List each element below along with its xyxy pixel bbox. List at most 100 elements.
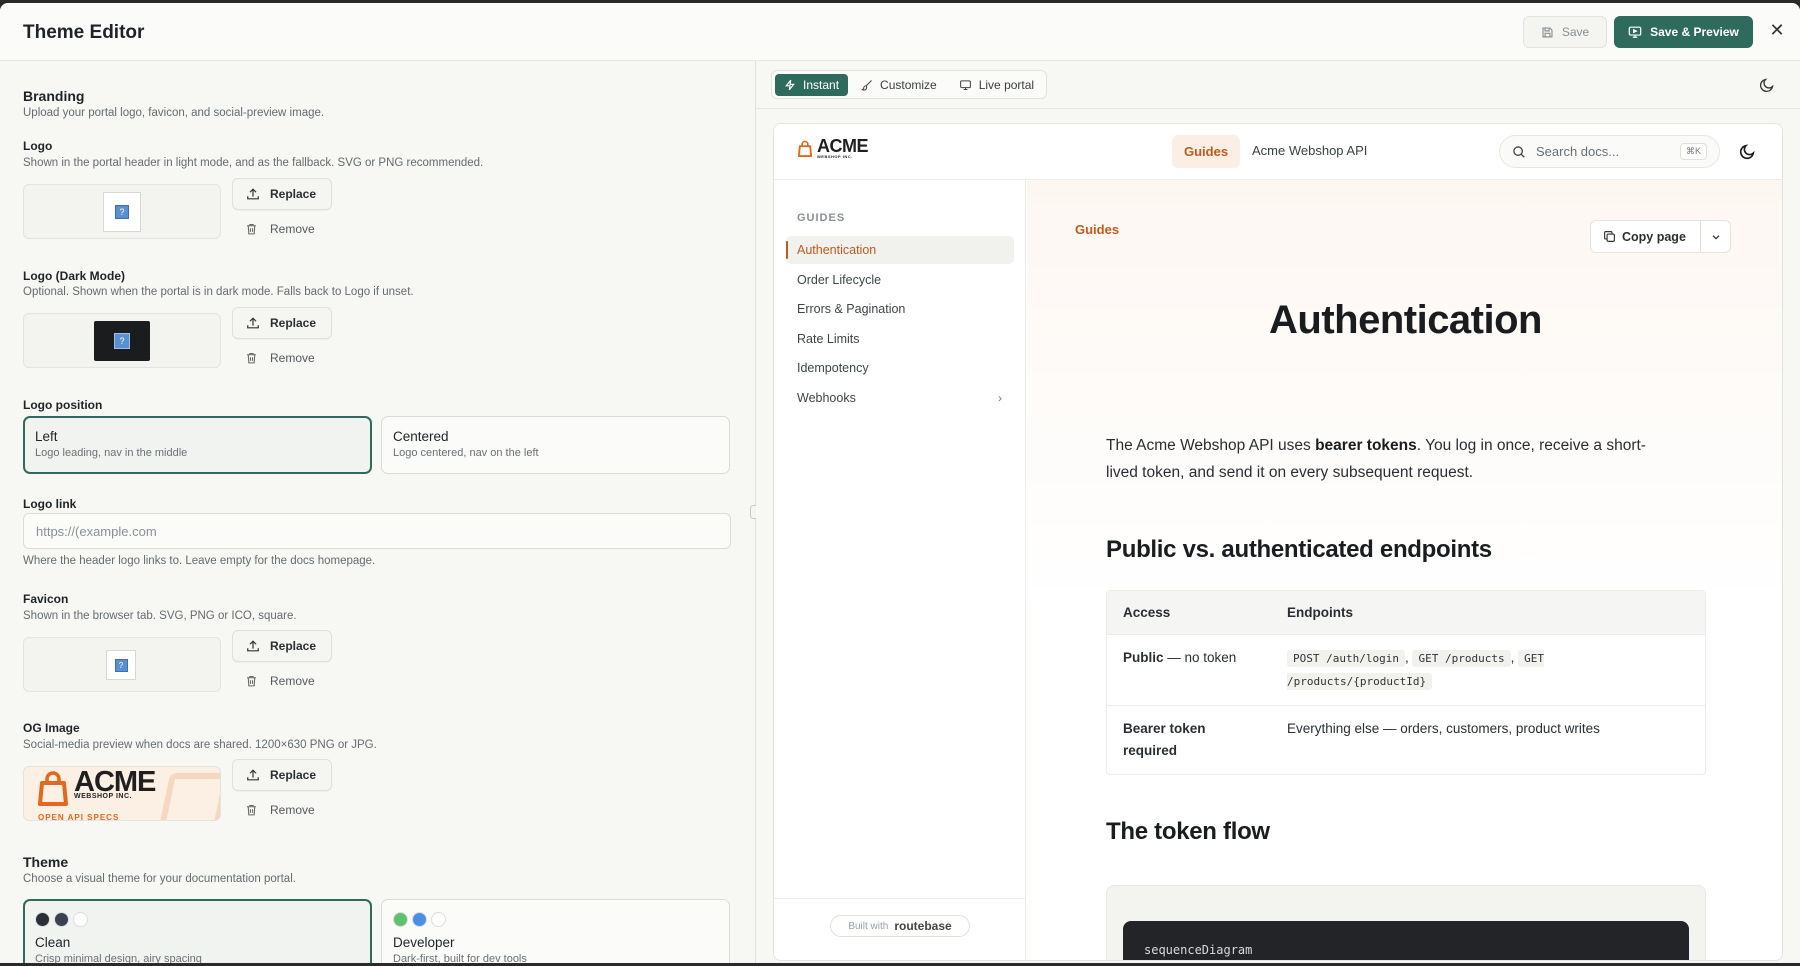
branding-description: Upload your portal logo, favicon, and so… xyxy=(23,107,325,119)
option-title: Centered xyxy=(393,429,449,444)
chevron-right-icon: › xyxy=(998,391,1002,405)
copy-page-main[interactable]: Copy page xyxy=(1591,221,1701,252)
portal-nav-api[interactable]: Acme Webshop API xyxy=(1252,143,1367,158)
logo-dark-label: Logo (Dark Mode) xyxy=(23,269,125,283)
table-header-access: Access xyxy=(1123,605,1171,620)
logo-link-label: Logo link xyxy=(23,497,77,511)
logo-dark-remove-button[interactable]: Remove xyxy=(232,351,315,365)
portal-preview: ACME WEBSHOP INC. Guides Acme Webshop AP… xyxy=(773,123,1783,961)
og-tagline: OPEN API SPECS xyxy=(38,813,120,821)
lead-part-1: The Acme Webshop API uses xyxy=(1106,437,1316,454)
sidebar-item-rate-limits[interactable]: Rate Limits xyxy=(786,325,1014,353)
theme-developer-option[interactable]: Developer Dark-first, built for dev tool… xyxy=(381,899,730,963)
top-bar: Theme Editor Save Save & Preview ✕ xyxy=(0,3,1800,61)
search-shortcut: ⌘K xyxy=(1679,143,1707,160)
swatch xyxy=(393,912,408,927)
article-lead: The Acme Webshop API uses bearer tokens.… xyxy=(1106,432,1676,486)
preview-panel: Instant Customize Live portal ACME WEBSH… xyxy=(756,61,1800,963)
settings-panel: Branding Upload your portal logo, favico… xyxy=(0,61,755,963)
theme-description: Choose a visual theme for your documenta… xyxy=(23,873,296,885)
sidebar-item-label: Webhooks xyxy=(797,391,856,405)
replace-label: Replace xyxy=(270,768,317,782)
sidebar-item-webhooks[interactable]: Webhooks › xyxy=(786,384,1014,412)
search-placeholder: Search docs... xyxy=(1536,144,1620,159)
og-image-thumbnail: ACME WEBSHOP INC. OPEN API SPECS xyxy=(23,766,221,821)
logo-dark-replace-button[interactable]: Replace xyxy=(232,307,332,339)
save-button[interactable]: Save xyxy=(1523,16,1607,48)
image-placeholder-icon: ? xyxy=(103,192,141,232)
logo-position-label: Logo position xyxy=(23,398,103,412)
logo-link-input[interactable]: https://(example.com xyxy=(23,513,731,549)
close-icon[interactable]: ✕ xyxy=(1766,19,1788,41)
sidebar-item-order-lifecycle[interactable]: Order Lifecycle xyxy=(786,266,1014,294)
code-block-content: sequenceDiagram xyxy=(1123,921,1689,960)
dark-mode-toggle-icon[interactable] xyxy=(1759,77,1775,98)
logo-position-left-option[interactable]: Left Logo leading, nav in the middle xyxy=(23,416,372,474)
tab-label: Customize xyxy=(880,77,937,92)
favicon-remove-button[interactable]: Remove xyxy=(232,674,315,688)
image-placeholder-icon: ? xyxy=(106,650,136,680)
tab-instant[interactable]: Instant xyxy=(775,73,849,96)
logo-replace-button[interactable]: Replace xyxy=(232,178,332,210)
access-rest: — no token xyxy=(1163,650,1237,665)
replace-label: Replace xyxy=(270,316,317,330)
swatch xyxy=(54,912,69,927)
og-brand-sub: WEBSHOP INC. xyxy=(74,793,132,800)
option-subtitle: Logo centered, nav on the left xyxy=(393,447,539,459)
option-subtitle: Dark-first, built for dev tools xyxy=(393,953,527,963)
table-header-endpoints: Endpoints xyxy=(1287,605,1353,620)
logo-remove-button[interactable]: Remove xyxy=(232,222,315,236)
tab-customize[interactable]: Customize xyxy=(852,74,946,96)
page-title: Theme Editor xyxy=(23,22,145,43)
og-decor xyxy=(157,773,220,820)
favicon-thumbnail: ? xyxy=(23,637,221,692)
upload-icon xyxy=(246,639,260,653)
favicon-replace-button[interactable]: Replace xyxy=(232,630,332,662)
theme-clean-option[interactable]: Clean Crisp minimal design, airy spacing xyxy=(23,899,372,963)
chevron-down-icon[interactable] xyxy=(1701,232,1730,242)
save-preview-button[interactable]: Save & Preview xyxy=(1614,16,1753,48)
logo-dark-thumbnail: ? xyxy=(23,313,221,368)
table-row: Bearer token required Everything else — … xyxy=(1107,706,1705,774)
portal-nav-guides[interactable]: Guides xyxy=(1172,135,1241,168)
upload-icon xyxy=(246,768,260,782)
table-cell-endpoints: Everything else — orders, customers, pro… xyxy=(1287,721,1600,736)
copy-icon xyxy=(1603,230,1616,243)
trash-icon xyxy=(245,674,258,688)
portal-sidebar: GUIDES Authentication Order Lifecycle Er… xyxy=(774,180,1026,960)
save-label: Save xyxy=(1561,25,1590,39)
branding-title: Branding xyxy=(23,88,85,104)
tab-label: Instant xyxy=(803,77,840,92)
sidebar-item-idempotency[interactable]: Idempotency xyxy=(786,354,1014,382)
sidebar-item-errors-pagination[interactable]: Errors & Pagination xyxy=(786,295,1014,323)
replace-label: Replace xyxy=(270,639,317,653)
remove-label: Remove xyxy=(270,351,315,365)
portal-header: ACME WEBSHOP INC. Guides Acme Webshop AP… xyxy=(774,124,1782,180)
endpoints-table: Access Endpoints Public — no token POST … xyxy=(1106,590,1706,775)
heading-token-flow: The token flow xyxy=(1106,818,1270,845)
logo-description: Shown in the portal header in light mode… xyxy=(23,157,484,169)
logo-position-centered-option[interactable]: Centered Logo centered, nav on the left xyxy=(381,416,730,474)
sidebar-item-authentication[interactable]: Authentication xyxy=(786,236,1014,264)
code-block: sequenceDiagram xyxy=(1106,885,1706,960)
tab-live-portal[interactable]: Live portal xyxy=(950,74,1043,96)
portal-logo[interactable]: ACME WEBSHOP INC. xyxy=(797,136,869,159)
favicon-label: Favicon xyxy=(23,592,69,606)
built-with-badge[interactable]: Built with routebase xyxy=(830,915,970,937)
swatch xyxy=(73,912,88,927)
portal-logo-text: ACME xyxy=(817,136,869,156)
image-placeholder-icon: ? xyxy=(94,321,150,361)
option-subtitle: Crisp minimal design, airy spacing xyxy=(35,953,202,963)
remove-label: Remove xyxy=(270,674,315,688)
portal-search-input[interactable]: Search docs... ⌘K xyxy=(1499,135,1720,168)
copy-page-button[interactable]: Copy page xyxy=(1590,220,1731,253)
replace-label: Replace xyxy=(270,187,317,201)
save-preview-label: Save & Preview xyxy=(1650,25,1739,39)
breadcrumb[interactable]: Guides xyxy=(1075,222,1119,237)
portal-dark-mode-icon[interactable] xyxy=(1739,143,1756,165)
og-image-replace-button[interactable]: Replace xyxy=(232,759,332,791)
og-image-remove-button[interactable]: Remove xyxy=(232,803,315,817)
swatch xyxy=(412,912,427,927)
table-cell-access: Bearer token required xyxy=(1123,721,1206,758)
monitor-icon xyxy=(959,79,972,91)
